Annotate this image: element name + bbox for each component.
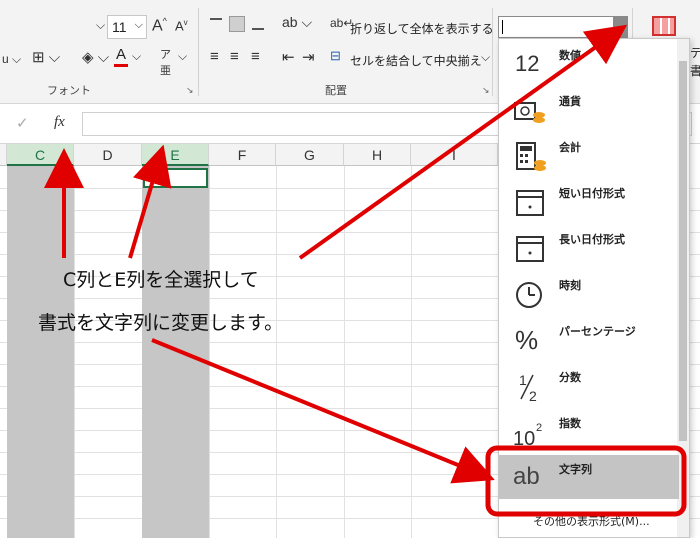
arrow-to-format-combo <box>298 24 628 260</box>
text-item-highlight-box <box>485 445 687 517</box>
arrow-to-text-item <box>151 338 495 484</box>
arrow-to-column-e <box>128 144 172 259</box>
annotation-overlay <box>44 24 687 517</box>
